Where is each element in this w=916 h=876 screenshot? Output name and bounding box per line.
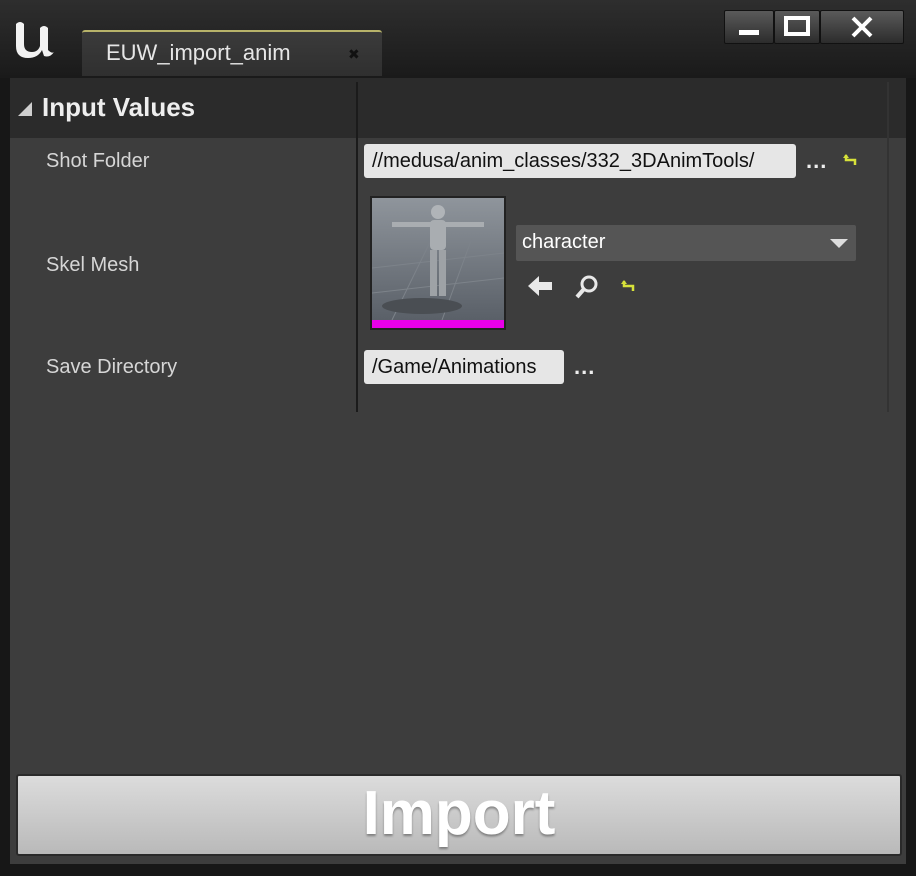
save-directory-label: Save Directory bbox=[46, 356, 178, 378]
unreal-logo-icon bbox=[16, 22, 54, 58]
skel-mesh-combo[interactable]: character bbox=[516, 225, 856, 261]
column-divider[interactable] bbox=[356, 82, 358, 412]
shot-folder-field[interactable]: //medusa/anim_classes/332_3DAnimTools/ bbox=[364, 144, 796, 178]
reset-arrow-icon[interactable] bbox=[842, 152, 858, 168]
browse-search-icon[interactable] bbox=[574, 274, 600, 300]
title-bar[interactable]: EUW_import_anim ✖ bbox=[0, 0, 916, 78]
tab-title: EUW_import_anim bbox=[106, 40, 291, 65]
close-button[interactable] bbox=[820, 10, 904, 44]
section-header[interactable]: Input Values bbox=[10, 78, 906, 138]
import-button[interactable]: Import bbox=[16, 774, 902, 856]
close-icon bbox=[851, 16, 873, 38]
tab-euw-import-anim[interactable]: EUW_import_anim ✖ bbox=[82, 30, 382, 76]
save-directory-browse-button[interactable]: ... bbox=[574, 354, 595, 380]
panel-edge bbox=[887, 82, 889, 412]
tab-close-icon[interactable]: ✖ bbox=[348, 46, 360, 63]
skel-mesh-selected: character bbox=[522, 231, 606, 253]
skel-mesh-label: Skel Mesh bbox=[46, 254, 140, 276]
character-mannequin-icon bbox=[371, 198, 505, 321]
minimize-icon bbox=[739, 30, 759, 35]
section-title: Input Values bbox=[42, 92, 196, 122]
shot-folder-label: Shot Folder bbox=[46, 150, 150, 172]
chevron-down-icon bbox=[830, 239, 848, 248]
skel-mesh-thumbnail[interactable] bbox=[371, 198, 505, 328]
import-button-label: Import bbox=[362, 779, 556, 848]
shot-folder-browse-button[interactable]: ... bbox=[806, 148, 827, 174]
details-panel: Input Values Shot Folder //medusa/anim_c… bbox=[10, 78, 906, 864]
reset-arrow-icon[interactable] bbox=[620, 278, 636, 294]
editor-utility-window: EUW_import_anim ✖ Input Values Shot Fold bbox=[0, 0, 916, 876]
use-selected-arrow-icon[interactable] bbox=[526, 274, 554, 298]
save-directory-field[interactable]: /Game/Animations bbox=[364, 350, 564, 384]
collapse-arrow-icon[interactable] bbox=[18, 102, 32, 116]
minimize-button[interactable] bbox=[724, 10, 774, 44]
maximize-icon bbox=[784, 16, 810, 36]
thumbnail-type-bar bbox=[372, 320, 504, 328]
maximize-button[interactable] bbox=[774, 10, 820, 44]
